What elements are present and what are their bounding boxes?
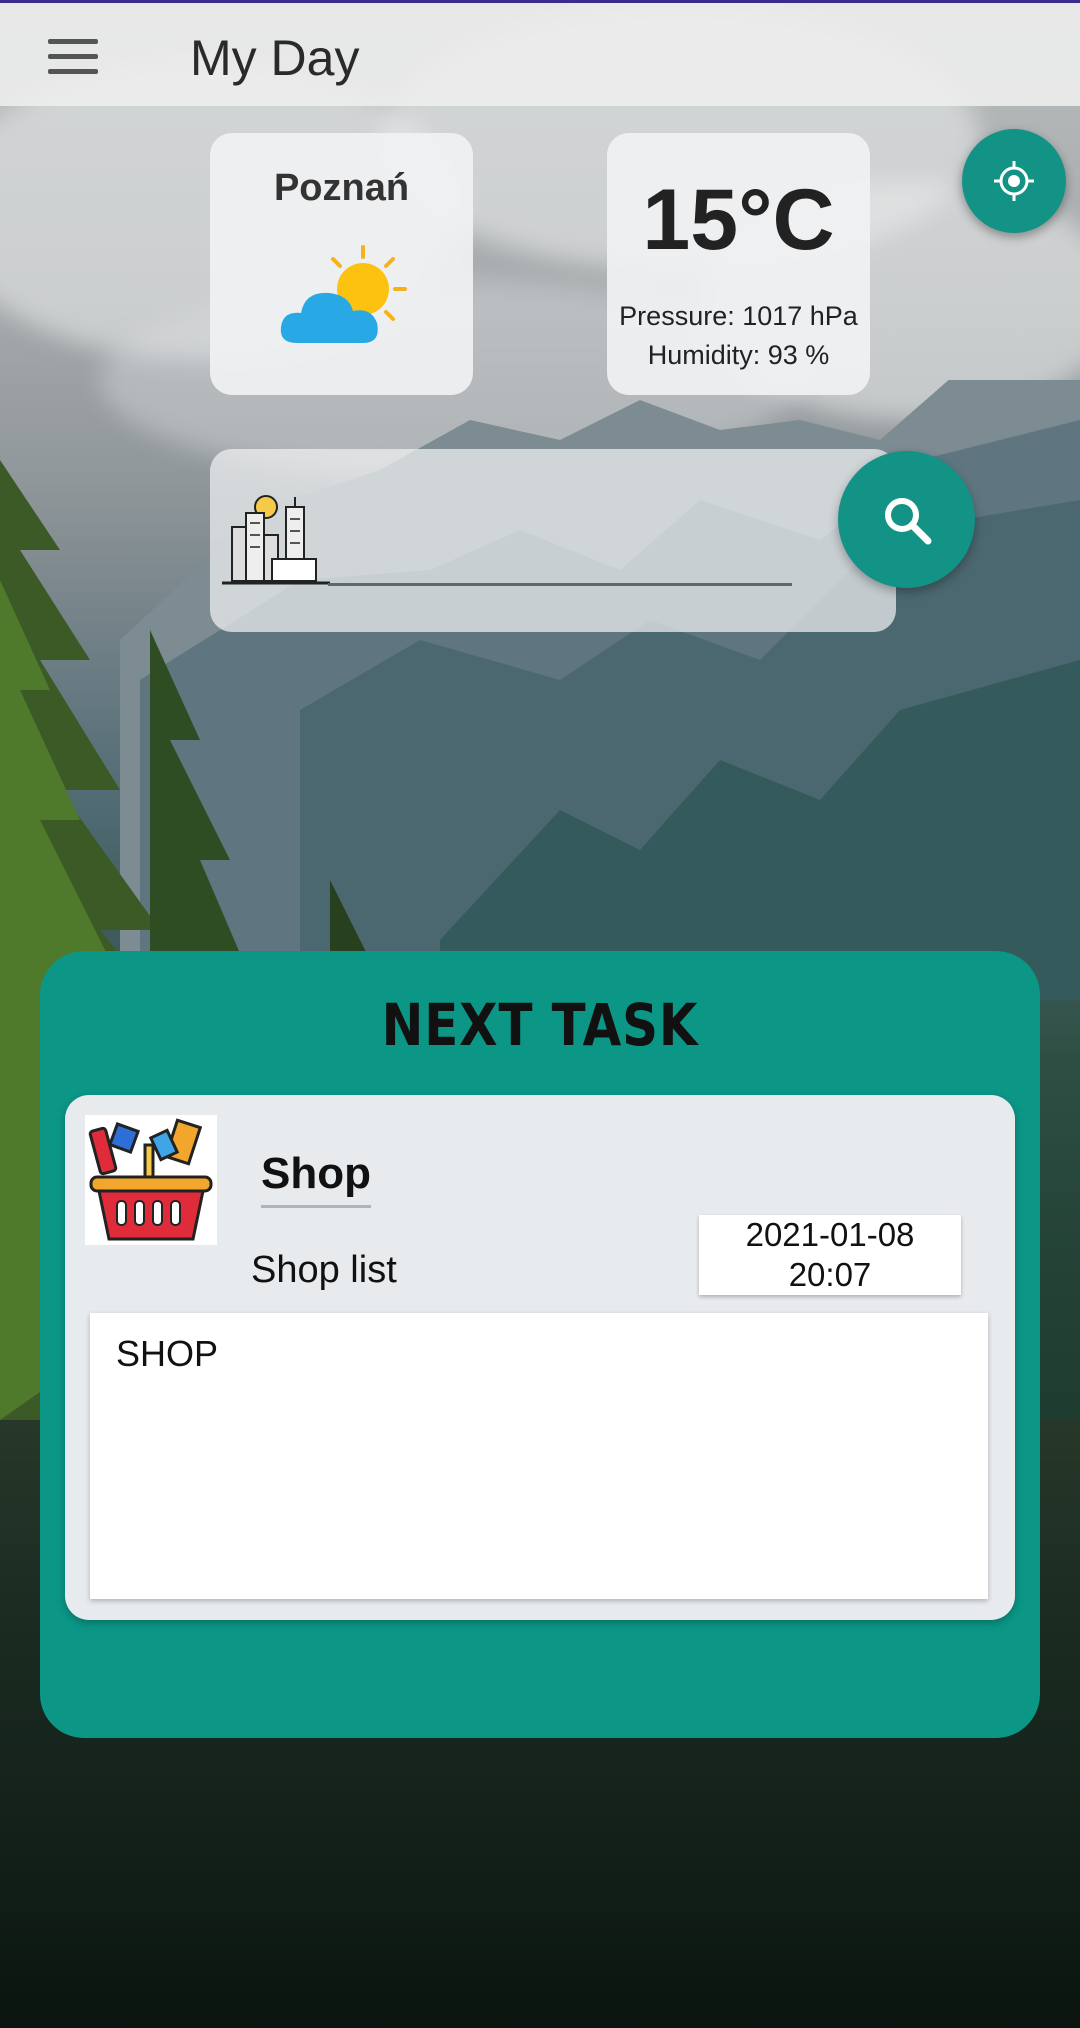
app-title: My Day [190, 30, 360, 86]
task-date: 2021-01-08 [745, 1216, 915, 1253]
city-weather-card: Poznań [210, 133, 473, 395]
gps-locate-icon [994, 161, 1034, 201]
locate-button[interactable] [962, 129, 1066, 233]
search-button[interactable] [838, 451, 975, 588]
hamburger-menu-icon[interactable] [48, 39, 98, 75]
task-description-text: SHOP [116, 1333, 219, 1374]
task-datetime: 2021-01-08 20:07 [699, 1215, 961, 1295]
app-bar: My Day [0, 0, 1080, 106]
temperature-card: 15°C Pressure: 1017 hPa Humidity: 93 % [607, 133, 870, 395]
task-name: Shop [261, 1149, 371, 1208]
pressure-text: Pressure: 1017 hPa [619, 301, 858, 331]
task-category: Shop list [251, 1249, 397, 1291]
search-icon [885, 498, 932, 545]
task-time: 20:07 [788, 1256, 872, 1293]
shopping-basket-icon [85, 1115, 217, 1245]
temperature-value: 15°C [642, 172, 835, 268]
task-card[interactable]: Shop Shop list 2021-01-08 20:07 SHOP [65, 1095, 1015, 1620]
city-buildings-icon [222, 495, 330, 585]
city-search-card [210, 449, 896, 632]
city-name: Poznań [273, 167, 410, 209]
next-task-title: NEXT TASK [381, 991, 699, 1059]
partly-cloudy-icon [280, 245, 407, 343]
city-search-input[interactable] [328, 541, 792, 586]
next-task-panel: NEXT TASK Shop Shop list 2021-01-08 20:0… [40, 951, 1040, 1738]
humidity-text: Humidity: 93 % [647, 340, 830, 370]
task-description: SHOP [90, 1313, 988, 1599]
